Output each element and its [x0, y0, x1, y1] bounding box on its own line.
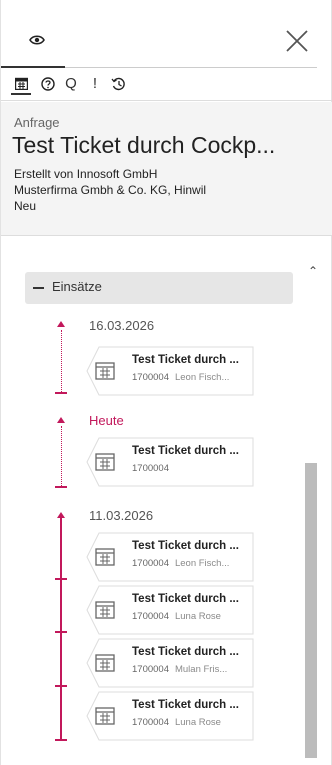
calendar-icon — [95, 362, 115, 380]
timeline-arrow — [57, 321, 65, 327]
calendar-icon — [14, 77, 28, 91]
card-title: Test Ticket durch ... — [132, 354, 239, 366]
card-title: Test Ticket durch ... — [132, 699, 239, 711]
help-circle-icon — [41, 77, 55, 91]
exclamation-icon: ! — [92, 75, 98, 92]
eye-icon — [29, 35, 45, 45]
card-subtitle: 1700004 Leon Fisch... — [132, 558, 229, 569]
tab-calendar[interactable] — [11, 73, 31, 95]
timeline-card[interactable]: Test Ticket durch ... 1700004 — [85, 437, 255, 487]
tab-help[interactable] — [38, 73, 58, 95]
timeline-date-today: Heute — [89, 413, 124, 428]
card-person: Mulan Fris... — [174, 664, 228, 675]
close-icon — [286, 30, 308, 52]
header-divider — [65, 67, 317, 68]
ticket-title: Test Ticket durch Cockp... — [12, 132, 276, 158]
scrollbar-thumb[interactable] — [305, 463, 317, 758]
ticket-status: Neu — [14, 199, 37, 213]
card-title: Test Ticket durch ... — [132, 646, 239, 658]
close-button[interactable] — [283, 27, 311, 55]
company-name: Musterfirma Gmbh & Co. KG, Hinwil — [14, 183, 207, 197]
ticket-type: Anfrage — [14, 115, 60, 130]
card-subtitle: 1700004 Mulan Fris... — [132, 664, 227, 675]
card-number: 1700004 — [132, 463, 169, 474]
card-person: Luna Rose — [174, 611, 221, 622]
created-by: Erstellt von Innosoft GmbH — [14, 167, 158, 181]
timeline-tick — [55, 631, 67, 633]
card-person: Luna Rose — [174, 717, 221, 728]
timeline-tick — [55, 685, 67, 687]
panel-header — [1, 0, 332, 68]
tab-search[interactable]: Q — [61, 73, 81, 95]
section-einsaetze-header[interactable]: Einsätze — [25, 272, 293, 304]
calendar-icon — [95, 707, 115, 725]
card-subtitle: 1700004 Luna Rose — [132, 717, 221, 728]
calendar-icon — [95, 601, 115, 619]
timeline-card[interactable]: Test Ticket durch ... 1700004 Mulan Fris.… — [85, 638, 255, 688]
calendar-icon — [95, 453, 115, 471]
history-icon — [110, 77, 125, 91]
card-title: Test Ticket durch ... — [132, 445, 239, 457]
card-number: 1700004 — [132, 664, 169, 675]
timeline-line — [61, 426, 62, 486]
timeline-card[interactable]: Test Ticket durch ... 1700004 Luna Rose — [85, 585, 255, 635]
scroll-up-icon[interactable]: ⌃ — [308, 264, 318, 278]
card-subtitle: 1700004 Luna Rose — [132, 611, 221, 622]
tab-view[interactable] — [1, 26, 65, 68]
timeline-line — [61, 330, 62, 392]
timeline-tick — [55, 578, 67, 580]
icon-toolbar: Q ! — [1, 69, 332, 101]
section-label: Einsätze — [52, 279, 102, 294]
timeline-line — [60, 518, 62, 740]
card-number: 1700004 — [132, 611, 169, 622]
calendar-icon — [95, 548, 115, 566]
timeline-card[interactable]: Test Ticket durch ... 1700004 Leon Fisch.… — [85, 532, 255, 582]
card-person: Leon Fisch... — [174, 372, 230, 383]
calendar-icon — [95, 654, 115, 672]
card-title: Test Ticket durch ... — [132, 540, 239, 552]
timeline-tick — [55, 486, 67, 488]
card-number: 1700004 — [132, 558, 169, 569]
search-icon: Q — [65, 75, 77, 92]
timeline-tick — [55, 392, 67, 394]
timeline-card[interactable]: Test Ticket durch ... 1700004 Luna Rose — [85, 691, 255, 741]
timeline-card[interactable]: Test Ticket durch ... 1700004 Leon Fisch.… — [85, 346, 255, 396]
timeline-tick — [55, 739, 67, 741]
timeline-arrow — [57, 417, 65, 423]
timeline-date: 16.03.2026 — [89, 318, 155, 333]
card-subtitle: 1700004 — [132, 463, 175, 474]
card-number: 1700004 — [132, 717, 169, 728]
tab-history[interactable] — [108, 73, 128, 95]
ticket-info: Anfrage Test Ticket durch Cockp... Erste… — [1, 102, 332, 236]
card-number: 1700004 — [132, 372, 169, 383]
panel: Q ! Anfrage Test Ticket durch Cockp... E… — [0, 0, 332, 765]
card-subtitle: 1700004 Leon Fisch... — [132, 372, 229, 383]
card-title: Test Ticket durch ... — [132, 593, 239, 605]
tab-alerts[interactable]: ! — [85, 73, 105, 95]
card-person: Leon Fisch... — [174, 558, 230, 569]
timeline-date: 11.03.2026 — [89, 508, 154, 523]
collapse-icon — [33, 287, 44, 289]
